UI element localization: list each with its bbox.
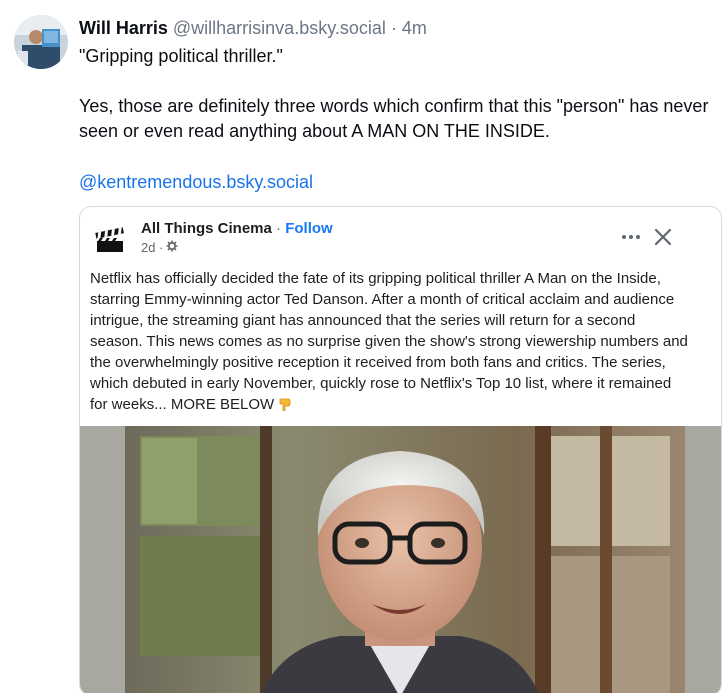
pointing-down-emoji-icon [277, 395, 293, 417]
close-icon[interactable] [651, 225, 675, 249]
more-horizontal-icon[interactable] [619, 225, 643, 249]
mention-link[interactable]: @kentremendous.bsky.social [79, 170, 313, 194]
author-name[interactable]: Will Harris [79, 18, 168, 38]
page-name-row: All Things Cinema · Follow [141, 220, 333, 237]
post-text-line1: "Gripping political thriller." [79, 46, 283, 66]
page-name[interactable]: All Things Cinema [141, 220, 272, 237]
post-header: Will Harris @willharrisinva.bsky.social … [79, 17, 427, 39]
post-text-paragraph2: Yes, those are definitely three words wh… [79, 96, 709, 141]
author-handle[interactable]: @willharrisinva.bsky.social [173, 18, 386, 38]
fb-post-header: All Things Cinema · Follow 2d · [80, 207, 721, 267]
author-avatar[interactable] [14, 15, 68, 69]
post-photo[interactable] [80, 426, 721, 693]
post-text: "Gripping political thriller." Yes, thos… [79, 44, 709, 144]
post-timestamp[interactable]: 4m [402, 18, 427, 38]
post-age: 2d · [141, 240, 164, 255]
gear-icon [166, 240, 178, 255]
embedded-image-card[interactable]: All Things Cinema · Follow 2d · Netflix … [79, 206, 722, 693]
fb-post-text: Netflix has officially decided the fate … [90, 270, 688, 413]
fb-post-body: Netflix has officially decided the fate … [90, 268, 690, 417]
clapperboard-icon [92, 221, 128, 257]
header-separator: · [390, 18, 397, 38]
post-meta: 2d · [141, 240, 178, 255]
name-separator: · [271, 220, 286, 237]
follow-link[interactable]: Follow [285, 220, 333, 237]
